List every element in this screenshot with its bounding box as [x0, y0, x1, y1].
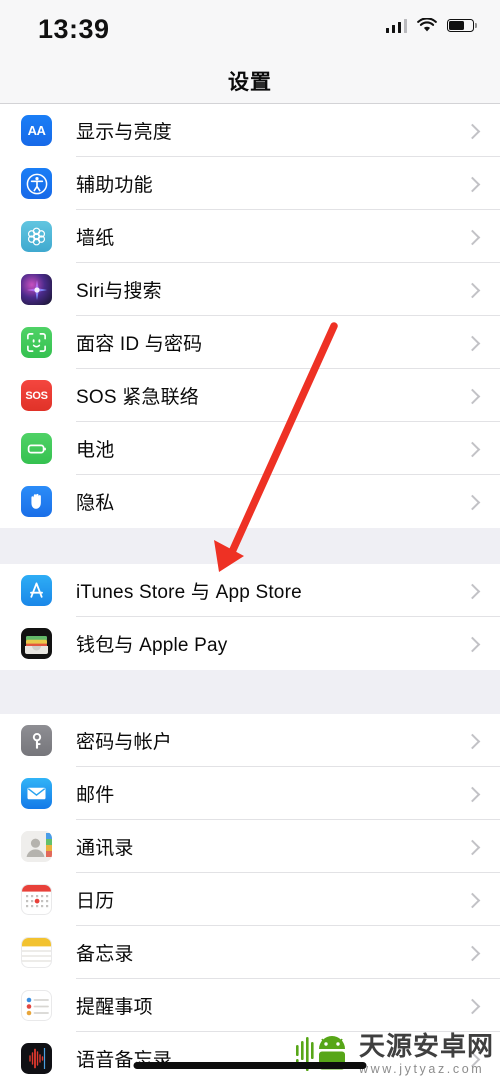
settings-row-wallpaper[interactable]: 墙纸	[0, 210, 500, 263]
chevron-right-icon	[464, 229, 481, 245]
settings-row-emergency-sos[interactable]: SOS SOS 紧急联络	[0, 369, 500, 422]
chevron-right-icon	[464, 786, 481, 802]
settings-row-face-id-passcode[interactable]: 面容 ID 与密码	[0, 316, 500, 369]
sos-icon: SOS	[21, 380, 52, 411]
watermark-site-name: 天源安卓网	[358, 1030, 494, 1061]
settings-row-label: Siri与搜索	[76, 281, 162, 302]
settings-row-calendar[interactable]: 日历	[0, 873, 500, 926]
chevron-right-icon	[464, 892, 481, 908]
settings-row-wallet-apple-pay[interactable]: 钱包与 Apple Pay	[0, 617, 500, 670]
battery-icon	[447, 19, 477, 32]
accessibility-icon	[21, 168, 52, 199]
chevron-right-icon	[464, 123, 481, 139]
chevron-right-icon	[464, 282, 481, 298]
chevron-right-icon	[464, 733, 481, 749]
settings-group-store: iTunes Store 与 App Store 钱包与 Apple Pay	[0, 564, 500, 670]
display-brightness-icon-label: AA	[27, 123, 46, 138]
settings-row-label: 电池	[76, 440, 115, 461]
watermark-url: www.jytyaz.com	[358, 1061, 485, 1076]
settings-row-label: 辅助功能	[76, 175, 153, 196]
settings-row-label: 邮件	[76, 785, 115, 806]
settings-row-notes[interactable]: 备忘录	[0, 926, 500, 979]
group-separator	[0, 528, 500, 564]
chevron-right-icon	[464, 441, 481, 457]
wallpaper-icon	[21, 221, 52, 252]
contacts-icon	[21, 831, 52, 862]
reminders-icon	[21, 990, 52, 1021]
wifi-icon	[417, 18, 437, 32]
site-watermark: 天源安卓网 www.jytyaz.com	[295, 1031, 494, 1077]
settings-row-accessibility[interactable]: 辅助功能	[0, 157, 500, 210]
display-brightness-icon: AA	[21, 115, 52, 146]
home-indicator-bar[interactable]	[133, 1062, 367, 1069]
chevron-right-icon	[464, 839, 481, 855]
settings-row-label: 备忘录	[76, 944, 134, 965]
chevron-right-icon	[464, 583, 481, 599]
chevron-right-icon	[464, 494, 481, 510]
settings-row-label: 墙纸	[76, 228, 115, 249]
battery-settings-icon	[21, 433, 52, 464]
calendar-icon	[21, 884, 52, 915]
settings-row-label: 面容 ID 与密码	[76, 334, 203, 355]
settings-row-label: SOS 紧急联络	[76, 387, 200, 408]
face-id-icon	[21, 327, 52, 358]
settings-row-passwords-accounts[interactable]: 密码与帐户	[0, 714, 500, 767]
settings-row-battery[interactable]: 电池	[0, 422, 500, 475]
settings-row-label: iTunes Store 与 App Store	[76, 582, 302, 603]
status-bar-indicators	[385, 18, 477, 33]
passwords-key-icon	[21, 725, 52, 756]
settings-row-label: 通讯录	[76, 838, 134, 859]
siri-icon	[21, 274, 52, 305]
chevron-right-icon	[464, 176, 481, 192]
settings-row-label: 钱包与 Apple Pay	[76, 635, 228, 656]
settings-row-display-brightness[interactable]: AA 显示与亮度	[0, 104, 500, 157]
settings-row-label: 提醒事项	[76, 997, 153, 1018]
settings-row-contacts[interactable]: 通讯录	[0, 820, 500, 873]
privacy-hand-icon	[21, 486, 52, 517]
sos-icon-label: SOS	[25, 389, 48, 402]
settings-row-siri-search[interactable]: Siri与搜索	[0, 263, 500, 316]
page-title: 设置	[228, 70, 272, 94]
status-bar-time: 13:39	[38, 14, 110, 44]
settings-row-label: 日历	[76, 891, 115, 912]
status-bar: 13:39	[0, 0, 500, 58]
settings-row-label: 隐私	[76, 493, 115, 514]
wallet-icon	[21, 628, 52, 659]
android-robot-logo	[295, 1036, 345, 1071]
chevron-right-icon	[464, 998, 481, 1014]
settings-row-mail[interactable]: 邮件	[0, 767, 500, 820]
settings-group-apps: 密码与帐户 邮件 通讯录 日历 备忘录 提醒事项 语音备忘录	[0, 714, 500, 1083]
group-separator	[0, 670, 500, 714]
voice-memos-icon	[21, 1043, 52, 1074]
settings-row-label: 密码与帐户	[76, 732, 173, 753]
settings-group-system: AA 显示与亮度 辅助功能 墙纸 Siri与搜索 面容 ID 与密码 SOS S…	[0, 104, 500, 528]
chevron-right-icon	[464, 335, 481, 351]
settings-screen: 13:39 设置 AA 显示与亮度 辅助功能 墙纸 Siri与搜索 面容 ID …	[0, 0, 500, 1083]
settings-row-label: 显示与亮度	[76, 122, 173, 143]
cellular-signal-icon	[385, 18, 407, 33]
chevron-right-icon	[464, 636, 481, 652]
settings-row-privacy[interactable]: 隐私	[0, 475, 500, 528]
notes-icon	[21, 937, 52, 968]
settings-row-itunes-app-store[interactable]: iTunes Store 与 App Store	[0, 564, 500, 617]
app-store-icon	[21, 575, 52, 606]
settings-list: AA 显示与亮度 辅助功能 墙纸 Siri与搜索 面容 ID 与密码 SOS S…	[0, 104, 500, 1083]
chevron-right-icon	[464, 388, 481, 404]
chevron-right-icon	[464, 945, 481, 961]
navigation-bar: 设置	[0, 58, 500, 104]
settings-row-reminders[interactable]: 提醒事项	[0, 979, 500, 1032]
mail-icon	[21, 778, 52, 809]
